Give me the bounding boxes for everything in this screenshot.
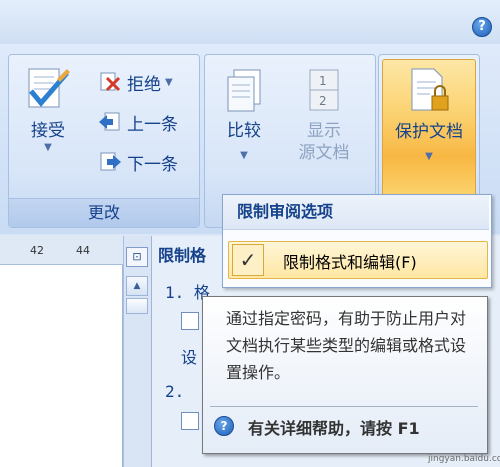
tooltip-help-text: 有关详细帮助，请按 F1 <box>248 419 420 438</box>
reject-button[interactable]: 拒绝 ▼ <box>97 67 173 97</box>
reject-icon <box>100 72 121 92</box>
accept-label: 接受 <box>31 121 65 141</box>
changes-group: 接受 ▼ 拒绝 ▼ 上一条 下一条 更改 <box>8 54 200 228</box>
formatting-restriction-checkbox[interactable] <box>181 312 199 330</box>
chevron-down-icon: ▼ <box>240 150 248 161</box>
chevron-down-icon: ▼ <box>44 142 52 153</box>
protect-document-label: 保护文档 <box>395 122 463 142</box>
watermark: jingyan.baidu.com <box>428 454 500 464</box>
next-icon <box>100 152 121 171</box>
protect-document-button[interactable]: 保护文档 ▼ <box>382 59 476 199</box>
check-icon: ✓ <box>232 244 264 276</box>
previous-change-button[interactable]: 上一条 <box>97 107 178 137</box>
chevron-down-icon: ▼ <box>425 151 433 162</box>
ruler-mark: 42 <box>30 244 44 257</box>
pane-section-2: 2. <box>165 382 185 401</box>
source-documents-icon: 1 2 <box>309 69 339 111</box>
svg-text:2: 2 <box>319 94 327 108</box>
show-source-label-line1: 显示 <box>307 121 341 141</box>
next-label: 下一条 <box>127 154 178 175</box>
menu-header: 限制审阅选项 <box>223 195 489 230</box>
view-ruler-icon[interactable]: ⊡ <box>126 247 148 267</box>
compare-button[interactable]: 比较 ▼ <box>215 67 273 195</box>
show-source-label-line2: 源文档 <box>298 143 350 163</box>
chevron-down-icon: ▼ <box>165 76 173 88</box>
compare-icon <box>227 69 261 112</box>
editing-restriction-checkbox[interactable] <box>181 412 199 430</box>
help-icon: ? <box>214 416 234 436</box>
ribbon-tab-strip <box>0 0 500 45</box>
help-icon[interactable]: ? <box>472 17 492 37</box>
compare-label: 比较 <box>227 121 261 141</box>
reject-label: 拒绝 <box>127 74 161 95</box>
accept-icon <box>28 68 70 108</box>
svg-text:1: 1 <box>319 74 327 88</box>
tooltip-divider <box>210 406 478 407</box>
scroll-up-icon[interactable]: ▲ <box>126 276 148 296</box>
previous-label: 上一条 <box>127 114 178 135</box>
tooltip-description: 通过指定密码，有助于防止用户对文档执行某些类型的编辑或格式设置操作。 <box>226 309 467 382</box>
accept-button[interactable]: 接受 ▼ <box>17 65 79 193</box>
ruler-mark: 44 <box>76 244 90 257</box>
menu-item-label: 限制格式和编辑(F) <box>283 253 417 272</box>
previous-icon <box>99 112 120 131</box>
next-change-button[interactable]: 下一条 <box>97 147 178 177</box>
pane-title: 限制格 <box>158 246 207 265</box>
vertical-scrollbar[interactable] <box>123 236 151 467</box>
document-page[interactable] <box>0 265 123 467</box>
pane-settings-link[interactable]: 设 <box>181 344 197 368</box>
protect-document-icon <box>411 68 449 111</box>
changes-group-label: 更改 <box>9 198 199 227</box>
scroll-thumb[interactable] <box>126 298 148 314</box>
show-source-button[interactable]: 1 2 显示 源文档 <box>285 67 363 195</box>
